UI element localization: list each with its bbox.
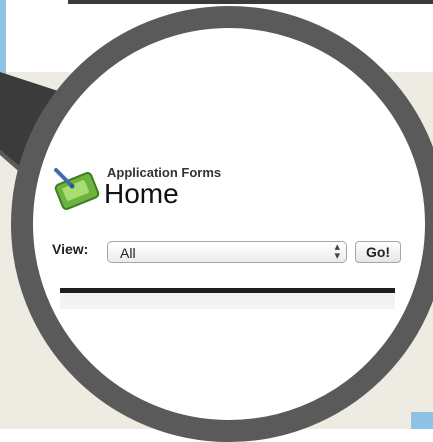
magnifier-lens: Application Forms Home View: All ▴ ▾ Go! [11, 6, 433, 442]
list-header-strip [60, 293, 395, 309]
view-select-value: All [120, 245, 136, 261]
view-select[interactable]: All ▴ ▾ [107, 241, 347, 263]
page-title: Home [104, 178, 179, 209]
updown-arrows-icon: ▴ ▾ [334, 241, 340, 262]
magnified-content: Application Forms Home View: All ▴ ▾ Go! [33, 28, 425, 420]
go-button[interactable]: Go! [355, 241, 401, 263]
corner-blue-block [411, 412, 433, 429]
view-label: View: [52, 241, 89, 257]
pda-tablet-icon [54, 168, 100, 210]
